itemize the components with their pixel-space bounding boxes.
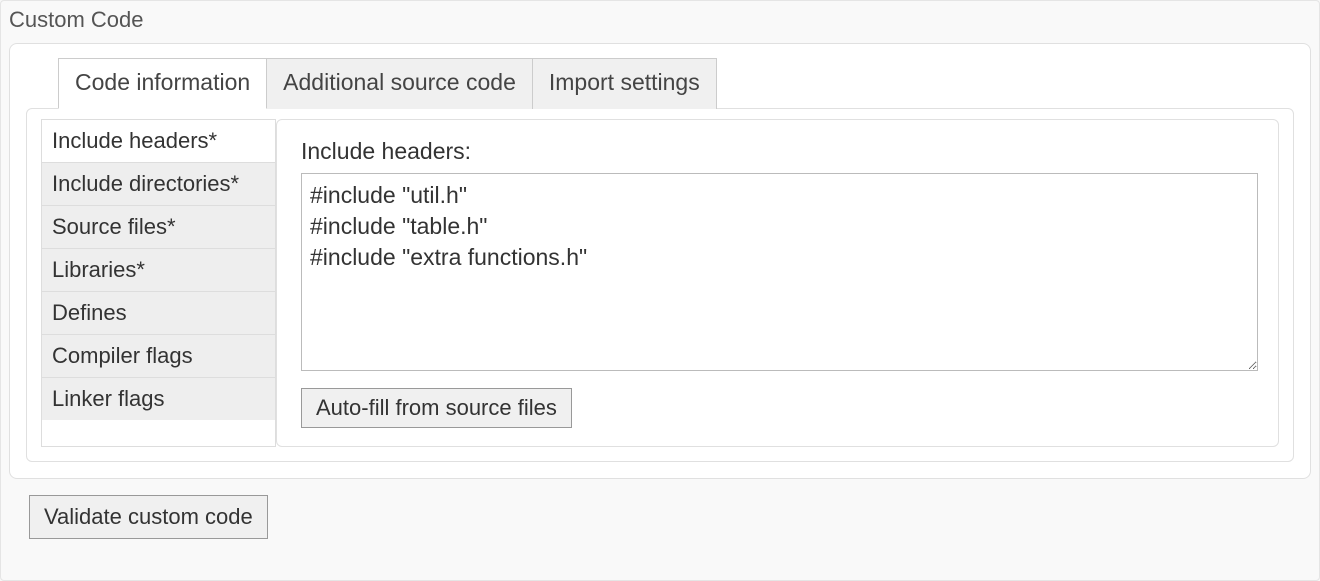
side-item-libraries[interactable]: Libraries* bbox=[42, 249, 275, 292]
side-item-include-directories[interactable]: Include directories* bbox=[42, 163, 275, 206]
tabs-bar: Code information Additional source code … bbox=[10, 44, 1310, 109]
tab-import-settings[interactable]: Import settings bbox=[532, 58, 717, 109]
side-item-defines[interactable]: Defines bbox=[42, 292, 275, 335]
detail-label: Include headers: bbox=[301, 138, 1258, 165]
tab-additional-source-code[interactable]: Additional source code bbox=[266, 58, 533, 109]
side-item-compiler-flags[interactable]: Compiler flags bbox=[42, 335, 275, 378]
autofill-button[interactable]: Auto-fill from source files bbox=[301, 388, 572, 428]
side-list: Include headers* Include directories* So… bbox=[41, 119, 276, 447]
include-headers-textarea[interactable]: #include "util.h" #include "table.h" #in… bbox=[301, 173, 1258, 371]
validate-custom-code-button[interactable]: Validate custom code bbox=[29, 495, 268, 539]
tabs-container: Code information Additional source code … bbox=[9, 43, 1311, 479]
side-item-source-files[interactable]: Source files* bbox=[42, 206, 275, 249]
side-item-include-headers[interactable]: Include headers* bbox=[42, 120, 275, 163]
custom-code-panel: Custom Code Code information Additional … bbox=[0, 0, 1320, 581]
tab-code-information[interactable]: Code information bbox=[58, 58, 267, 109]
tab-body: Include headers* Include directories* So… bbox=[26, 108, 1294, 462]
side-item-linker-flags[interactable]: Linker flags bbox=[42, 378, 275, 420]
detail-pane: Include headers: #include "util.h" #incl… bbox=[276, 119, 1279, 447]
panel-title: Custom Code bbox=[1, 1, 1319, 43]
